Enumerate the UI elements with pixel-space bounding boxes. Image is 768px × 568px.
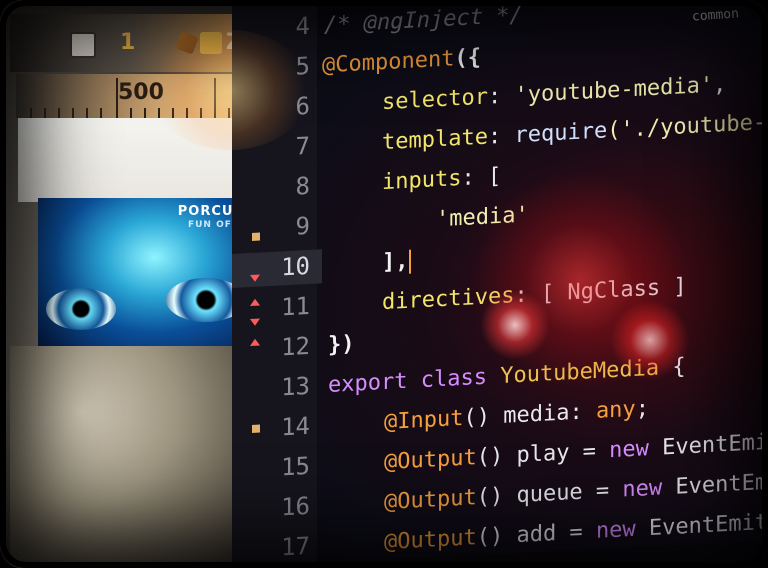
keyword: new <box>595 516 636 544</box>
code-line[interactable]: directives: [ NgClass ] <box>382 274 687 315</box>
keyword: new <box>622 475 663 503</box>
photo: 1 Z 500 PORCUP <box>0 0 768 568</box>
keyword: new <box>609 436 649 464</box>
type: any <box>595 396 636 424</box>
property: template <box>382 124 488 156</box>
code-line[interactable]: 'media' <box>436 202 529 232</box>
decorator: @Input <box>384 405 464 436</box>
diff-arrow-down-icon <box>250 274 260 283</box>
code-line[interactable]: @Input() media: any; <box>384 396 649 435</box>
line-number: 14 <box>281 411 310 442</box>
class-name: YoutubeMedia <box>500 355 660 389</box>
layers-icon[interactable] <box>70 32 96 58</box>
code-line[interactable]: @Output() play = new EventEmitter(); <box>384 425 768 475</box>
decorator: @Component <box>322 46 455 79</box>
diff-arrow-up-icon <box>250 298 260 307</box>
line-number: 12 <box>281 331 310 362</box>
string: ('./youtube-media.html') <box>607 101 768 144</box>
line-number: 17 <box>281 531 310 562</box>
code-editor[interactable]: 4 5 6 7 8 9 10 11 12 13 14 15 16 17 /* @… <box>232 0 768 568</box>
line-number: 5 <box>295 51 310 81</box>
code-line[interactable]: @Component({ <box>322 45 481 78</box>
property: inputs <box>382 165 462 196</box>
line-number: 8 <box>295 171 310 201</box>
decorator: @Output <box>384 525 477 556</box>
design-app-panel: 1 Z 500 PORCUP <box>0 0 250 568</box>
background-texture <box>10 346 250 568</box>
left-eye <box>46 288 116 330</box>
code-line[interactable]: }) <box>328 332 355 358</box>
poster-image: PORCUP FUN OF A <box>38 198 250 346</box>
line-number: 9 <box>295 211 310 241</box>
line-number: 13 <box>281 371 310 402</box>
code-line[interactable]: @Output() add = new EventEmitter(); <box>384 506 768 555</box>
line-number: 15 <box>281 451 310 482</box>
line-number: 7 <box>295 131 310 161</box>
comment: /* @ngInject */ <box>324 2 523 39</box>
line-number: 11 <box>281 291 310 322</box>
text-cursor <box>408 249 411 274</box>
bookmark-marker <box>252 424 260 433</box>
string: 'media' <box>436 202 529 233</box>
canvas-area <box>18 118 250 202</box>
code-line[interactable]: ], <box>382 249 411 275</box>
decorator: @Output <box>384 445 477 476</box>
app-toolbar: 1 Z <box>10 14 250 72</box>
line-number: 6 <box>295 91 310 121</box>
property: directives <box>382 283 515 316</box>
line-number: 10 <box>281 251 310 282</box>
pencil-icon[interactable] <box>175 31 199 55</box>
bookmark-marker <box>252 232 260 241</box>
line-gutter: 4 5 6 7 8 9 10 11 12 13 14 15 16 17 <box>232 0 322 568</box>
code-line[interactable]: /* @ngInject */ <box>324 3 523 38</box>
diff-arrow-up-icon <box>250 338 260 347</box>
code-line[interactable]: selector: 'youtube-media', <box>382 72 726 115</box>
ruler-label: 500 <box>118 80 164 105</box>
string: 'youtube-media' <box>514 72 714 109</box>
toolbar-counter: 1 <box>120 30 136 55</box>
decorator: @Output <box>384 485 477 516</box>
code-line[interactable]: inputs: [ <box>382 164 501 195</box>
function: require <box>514 118 608 149</box>
line-number: 4 <box>295 11 310 41</box>
line-number: 16 <box>281 491 310 522</box>
folder-icon[interactable] <box>200 32 222 54</box>
diff-arrow-down-icon <box>250 318 260 327</box>
code-line[interactable]: export class YoutubeMedia { <box>328 354 686 398</box>
keyword: export class <box>328 364 487 398</box>
property: selector <box>382 84 488 116</box>
